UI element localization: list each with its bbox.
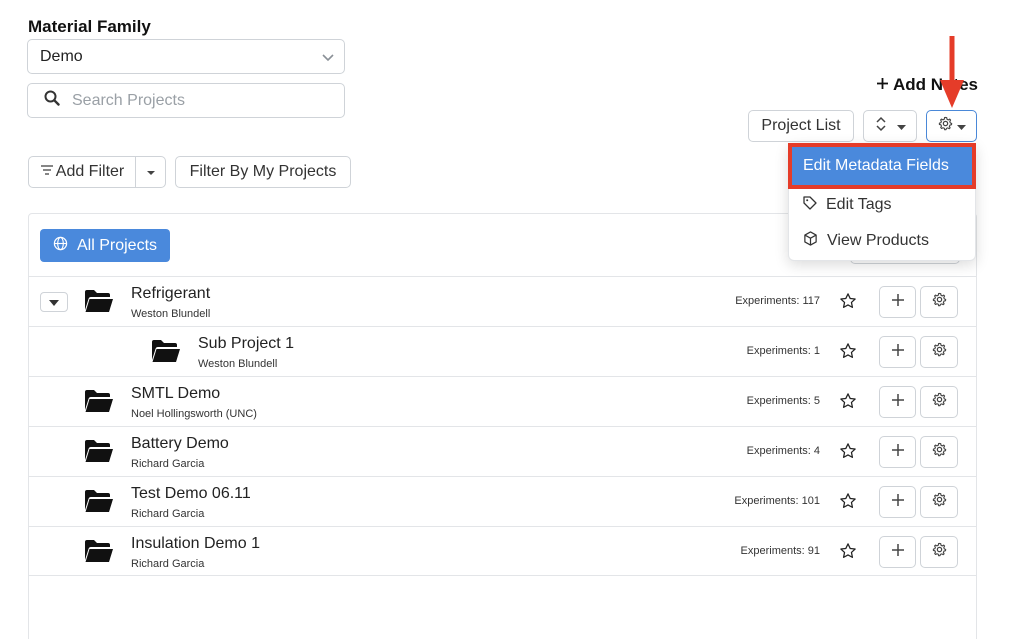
- cube-icon: [803, 231, 818, 251]
- project-owner: Richard Garcia: [131, 558, 205, 570]
- table-row[interactable]: Sub Project 1 Weston Blundell Experiments:…: [29, 326, 976, 376]
- table-row[interactable]: Insulation Demo 1 Richard Garcia Experimen…: [29, 526, 976, 576]
- star-icon[interactable]: [839, 442, 857, 465]
- star-icon[interactable]: [839, 392, 857, 415]
- experiments-count: Experiments: 101: [734, 495, 820, 507]
- sort-icon: [875, 116, 887, 137]
- gear-icon: [932, 292, 947, 312]
- gear-icon: [932, 342, 947, 362]
- table-row[interactable]: Test Demo 06.11 Richard Garcia Experiments…: [29, 476, 976, 526]
- project-list: Refrigerant Weston Blundell Experiments: 1…: [29, 276, 976, 576]
- menu-item-label: View Products: [827, 232, 929, 249]
- tag-icon: [803, 195, 817, 215]
- star-icon[interactable]: [839, 542, 857, 565]
- table-row[interactable]: Battery Demo Richard Garcia Experiments: 4: [29, 426, 976, 476]
- experiments-count: Experiments: 117: [735, 295, 820, 307]
- expand-toggle-button[interactable]: [40, 292, 68, 312]
- gear-icon: [932, 542, 947, 562]
- star-icon[interactable]: [839, 292, 857, 315]
- project-owner: Richard Garcia: [131, 458, 205, 470]
- add-experiment-button[interactable]: [879, 336, 916, 368]
- project-name[interactable]: Battery Demo: [131, 435, 229, 453]
- search-input[interactable]: [72, 91, 322, 110]
- project-name[interactable]: Sub Project 1: [198, 335, 294, 353]
- caret-down-icon: [49, 293, 59, 311]
- add-experiment-button[interactable]: [879, 486, 916, 518]
- plus-icon: [876, 75, 889, 95]
- project-name[interactable]: Insulation Demo 1: [131, 535, 260, 553]
- star-icon[interactable]: [839, 342, 857, 365]
- project-name[interactable]: SMTL Demo: [131, 385, 220, 403]
- gear-icon: [938, 116, 953, 136]
- experiments-count: Experiments: 1: [746, 345, 820, 357]
- material-family-value: Demo: [40, 47, 83, 65]
- add-filter-group: Add Filter: [28, 156, 166, 188]
- add-filter-button[interactable]: Add Filter: [28, 156, 136, 188]
- filter-my-projects-button[interactable]: Filter By My Projects: [175, 156, 351, 188]
- project-list-button[interactable]: Project List: [748, 110, 854, 142]
- project-name[interactable]: Test Demo 06.11: [131, 485, 251, 503]
- caret-down-icon: [956, 117, 966, 135]
- plus-icon: [891, 293, 905, 312]
- folder-icon: [84, 539, 114, 568]
- caret-down-icon: [146, 163, 156, 181]
- plus-icon: [891, 343, 905, 362]
- menu-item-label: Edit Metadata Fields: [803, 157, 949, 174]
- folder-icon: [84, 389, 114, 418]
- project-owner: Weston Blundell: [198, 358, 278, 370]
- experiments-count: Experiments: 91: [740, 545, 820, 557]
- project-owner: Richard Garcia: [131, 508, 205, 520]
- material-family-select[interactable]: Demo: [27, 39, 345, 74]
- plus-icon: [891, 393, 905, 412]
- project-owner: Noel Hollingsworth (UNC): [131, 408, 257, 420]
- gear-icon: [932, 442, 947, 462]
- folder-icon: [84, 489, 114, 518]
- table-row[interactable]: SMTL Demo Noel Hollingsworth (UNC) Experim…: [29, 376, 976, 426]
- folder-icon: [151, 339, 181, 368]
- chevron-down-icon: [320, 49, 336, 70]
- table-row[interactable]: Refrigerant Weston Blundell Experiments: 1…: [29, 276, 976, 326]
- search-icon: [44, 90, 60, 111]
- filter-icon: [40, 163, 54, 181]
- add-notes-label: Add Notes: [893, 75, 978, 94]
- project-settings-button[interactable]: [920, 336, 958, 368]
- plus-icon: [891, 493, 905, 512]
- experiments-count: Experiments: 5: [746, 395, 820, 407]
- add-filter-label: Add Filter: [55, 163, 125, 180]
- project-settings-button[interactable]: [920, 286, 958, 318]
- search-box[interactable]: [27, 83, 345, 118]
- experiments-count: Experiments: 4: [746, 445, 820, 457]
- gear-icon: [932, 492, 947, 512]
- plus-icon: [891, 443, 905, 462]
- star-icon[interactable]: [839, 492, 857, 515]
- globe-icon: [53, 236, 68, 256]
- add-experiment-button[interactable]: [879, 536, 916, 568]
- settings-menu: Edit Metadata Fields Edit Tags View Prod…: [788, 143, 976, 261]
- project-settings-button[interactable]: [920, 486, 958, 518]
- plus-icon: [891, 543, 905, 562]
- project-owner: Weston Blundell: [131, 308, 211, 320]
- folder-icon: [84, 289, 114, 318]
- add-experiment-button[interactable]: [879, 436, 916, 468]
- all-projects-button[interactable]: All Projects: [40, 229, 170, 262]
- gear-icon: [932, 392, 947, 412]
- add-experiment-button[interactable]: [879, 286, 916, 318]
- caret-down-icon: [896, 117, 906, 135]
- sort-dropdown-button[interactable]: [863, 110, 917, 142]
- folder-icon: [84, 439, 114, 468]
- add-experiment-button[interactable]: [879, 386, 916, 418]
- menu-item-edit-tags[interactable]: Edit Tags: [789, 187, 975, 223]
- menu-item-label: Edit Tags: [826, 196, 892, 213]
- project-settings-button[interactable]: [920, 386, 958, 418]
- project-settings-button[interactable]: [920, 436, 958, 468]
- all-projects-label: All Projects: [76, 236, 158, 254]
- project-settings-button[interactable]: [920, 536, 958, 568]
- add-filter-caret-button[interactable]: [136, 156, 166, 188]
- annotation-arrow-icon: [940, 36, 964, 115]
- project-name[interactable]: Refrigerant: [131, 285, 210, 303]
- menu-item-edit-metadata-fields[interactable]: Edit Metadata Fields: [788, 143, 976, 189]
- menu-item-view-products[interactable]: View Products: [789, 223, 975, 259]
- material-family-label: Material Family: [28, 17, 151, 36]
